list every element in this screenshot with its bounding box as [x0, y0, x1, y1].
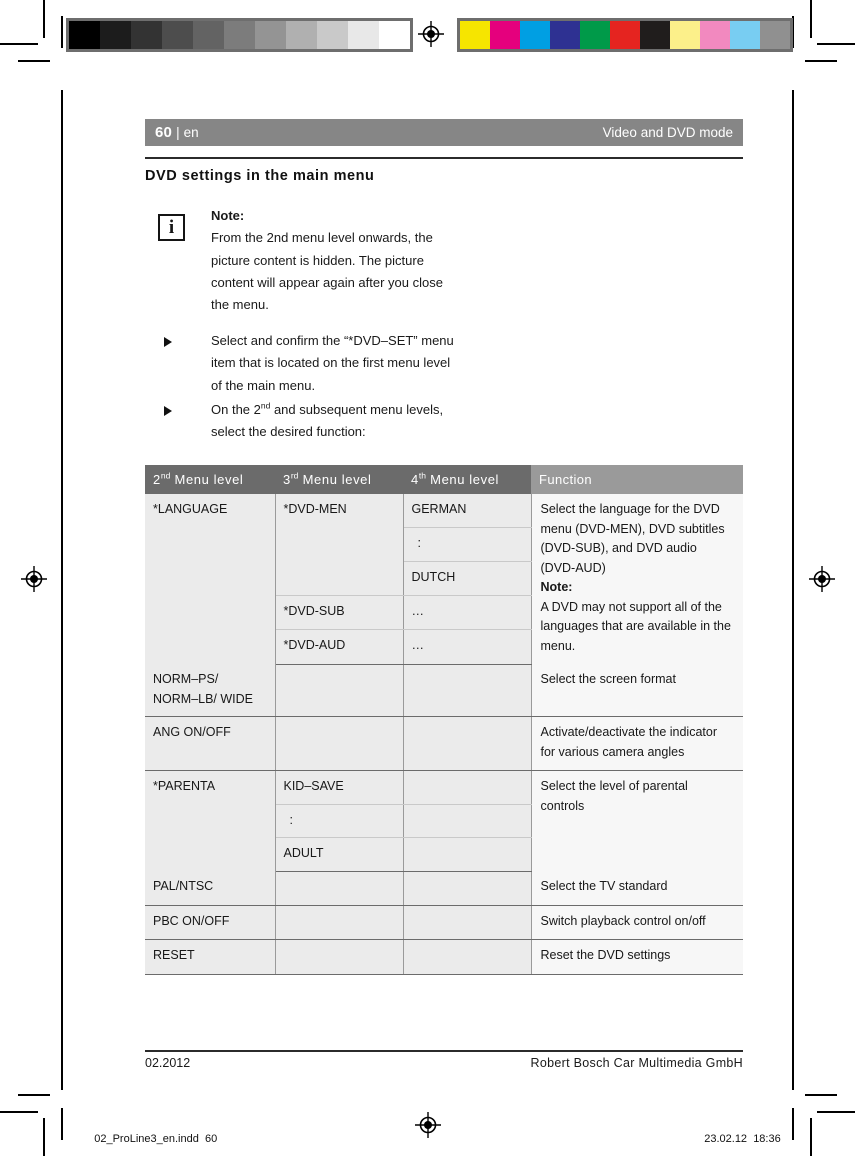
- column-header-function: Function: [531, 465, 743, 494]
- note-text: From the 2nd menu level onwards, the pic…: [211, 230, 443, 313]
- cell-level3: *DVD-MEN: [275, 494, 404, 597]
- color-swatch-10: [760, 21, 790, 49]
- registration-target-icon: [809, 566, 835, 592]
- cell-level4: [403, 837, 532, 872]
- cell-function: Select the language for the DVD menu (DV…: [531, 494, 743, 664]
- page-number: 60: [155, 124, 173, 141]
- page-section-name: Video and DVD mode: [602, 125, 733, 140]
- page-running-footer: 02.2012 Robert Bosch Car Multimedia GmbH: [145, 1056, 743, 1070]
- dvd-settings-table: 2nd Menu level 3rd Menu level 4th Menu l…: [145, 465, 743, 975]
- page-language: en: [183, 125, 199, 140]
- cell-level3: *DVD-SUB: [275, 595, 404, 631]
- crop-mark: [817, 43, 855, 45]
- cell-function: Activate/deactivate the indicator for va…: [531, 716, 743, 771]
- cell-level4: …: [403, 629, 532, 665]
- trim-guide-line: [61, 90, 63, 1090]
- cell-level3: [275, 905, 404, 940]
- table-header-row: 2nd Menu level 3rd Menu level 4th Menu l…: [145, 465, 743, 494]
- cell-level4: [403, 905, 532, 940]
- cell-level4: [403, 716, 532, 771]
- crop-mark: [61, 16, 63, 48]
- table-row: PBC ON/OFF Switch playback control on/of…: [145, 905, 743, 940]
- slug-timestamp: 23.02.12 18:36: [704, 1133, 781, 1145]
- crop-mark: [805, 60, 837, 62]
- table-row: *LANGUAGE *DVD-MEN GERMAN Select the lan…: [145, 494, 743, 664]
- triangle-bullet-icon: [164, 337, 172, 347]
- step-text: Select and confirm the “*DVD–SET” menu i…: [211, 333, 454, 393]
- cell-level2: RESET: [145, 939, 276, 975]
- function-note-text: A DVD may not support all of the languag…: [540, 599, 731, 653]
- cell-level3: ADULT: [275, 837, 404, 872]
- cell-function: Reset the DVD settings: [531, 939, 743, 975]
- info-icon-glyph: i: [168, 217, 175, 238]
- column-header-level4: 4th Menu level: [403, 465, 531, 494]
- footer-rule: [145, 1050, 743, 1052]
- cell-level3: *DVD-AUD: [275, 629, 404, 665]
- cell-level2: PAL/NTSC: [145, 871, 276, 906]
- table-row: NORM–PS/NORM–LB/ WIDE Select the screen …: [145, 664, 743, 717]
- trim-guide-line: [792, 90, 794, 1090]
- crop-mark: [810, 0, 812, 38]
- cell-level4: [403, 939, 532, 975]
- header-separator: |: [176, 125, 180, 140]
- list-item: Select and confirm the “*DVD–SET” menu i…: [158, 330, 458, 397]
- cell-level3: :: [275, 804, 404, 838]
- note-label: Note:: [211, 208, 245, 223]
- function-text: Select the language for the DVD menu (DV…: [540, 502, 725, 575]
- footer-company: Robert Bosch Car Multimedia GmbH: [530, 1056, 743, 1070]
- list-item: On the 2nd and subsequent menu levels, s…: [158, 399, 458, 444]
- triangle-bullet-icon: [164, 405, 172, 416]
- cell-function: Select the level of parental controls: [531, 770, 743, 871]
- grayscale-swatch-0: [69, 21, 100, 49]
- function-note-label: Note:: [540, 580, 573, 594]
- cell-level4: [403, 770, 532, 805]
- crop-mark: [805, 1094, 837, 1096]
- crop-mark: [43, 0, 45, 38]
- footer-date: 02.2012: [145, 1056, 191, 1070]
- page-title: DVD settings in the main menu: [145, 168, 375, 184]
- cell-level4: [403, 871, 532, 906]
- crop-mark: [18, 1094, 50, 1096]
- cell-level2: PBC ON/OFF: [145, 905, 276, 940]
- step-text-before: On the 2: [211, 401, 261, 417]
- slug-filename: 02_ProLine3_en.indd 60: [94, 1133, 218, 1145]
- cell-level2: ANG ON/OFF: [145, 716, 276, 771]
- note-body: Note: From the 2nd menu level onwards, t…: [211, 205, 458, 316]
- cell-function: Select the TV standard: [531, 871, 743, 906]
- table-row: ANG ON/OFF Activate/deactivate the indic…: [145, 716, 743, 771]
- cell-level3: [275, 871, 404, 906]
- cell-level3: KID–SAVE: [275, 770, 404, 805]
- cell-level2: *PARENTA: [145, 770, 276, 871]
- crop-mark: [18, 60, 50, 62]
- registration-target-icon: [21, 566, 47, 592]
- table-row: *PARENTA KID–SAVE Select the level of pa…: [145, 770, 743, 871]
- column-header-level2: 2nd Menu level: [145, 465, 275, 494]
- instruction-steps: Select and confirm the “*DVD–SET” menu i…: [158, 330, 458, 445]
- cell-level4: :: [403, 527, 532, 563]
- note-callout: i Note: From the 2nd menu level onwards,…: [158, 205, 458, 316]
- cell-level2: NORM–PS/NORM–LB/ WIDE: [145, 664, 276, 717]
- cell-level4: [403, 804, 532, 838]
- table-row: RESET Reset the DVD settings: [145, 939, 743, 975]
- cell-level2: *LANGUAGE: [145, 494, 276, 664]
- cell-level4: GERMAN: [403, 494, 532, 529]
- grayscale-swatch-1: [100, 21, 131, 49]
- crop-mark: [0, 43, 38, 45]
- print-slug-bar: 02_ProLine3_en.indd 60 23.02.12 18:36: [0, 1100, 855, 1156]
- header-rule: [145, 157, 743, 159]
- cell-function: Select the screen format: [531, 664, 743, 717]
- step-superscript: nd: [260, 400, 271, 411]
- cell-level3: [275, 939, 404, 975]
- cell-level3: [275, 716, 404, 771]
- cell-level4: …: [403, 595, 532, 631]
- table-row: PAL/NTSC Select the TV standard: [145, 871, 743, 906]
- cell-function: Switch playback control on/off: [531, 905, 743, 940]
- cell-level4: [403, 664, 532, 717]
- document-page: 60 | en Video and DVD mode DVD settings …: [145, 0, 743, 1156]
- info-icon: i: [158, 214, 185, 241]
- column-header-level3: 3rd Menu level: [275, 465, 403, 494]
- page-running-header: 60 | en Video and DVD mode: [145, 119, 743, 146]
- cell-level3: [275, 664, 404, 717]
- cell-level4: DUTCH: [403, 561, 532, 597]
